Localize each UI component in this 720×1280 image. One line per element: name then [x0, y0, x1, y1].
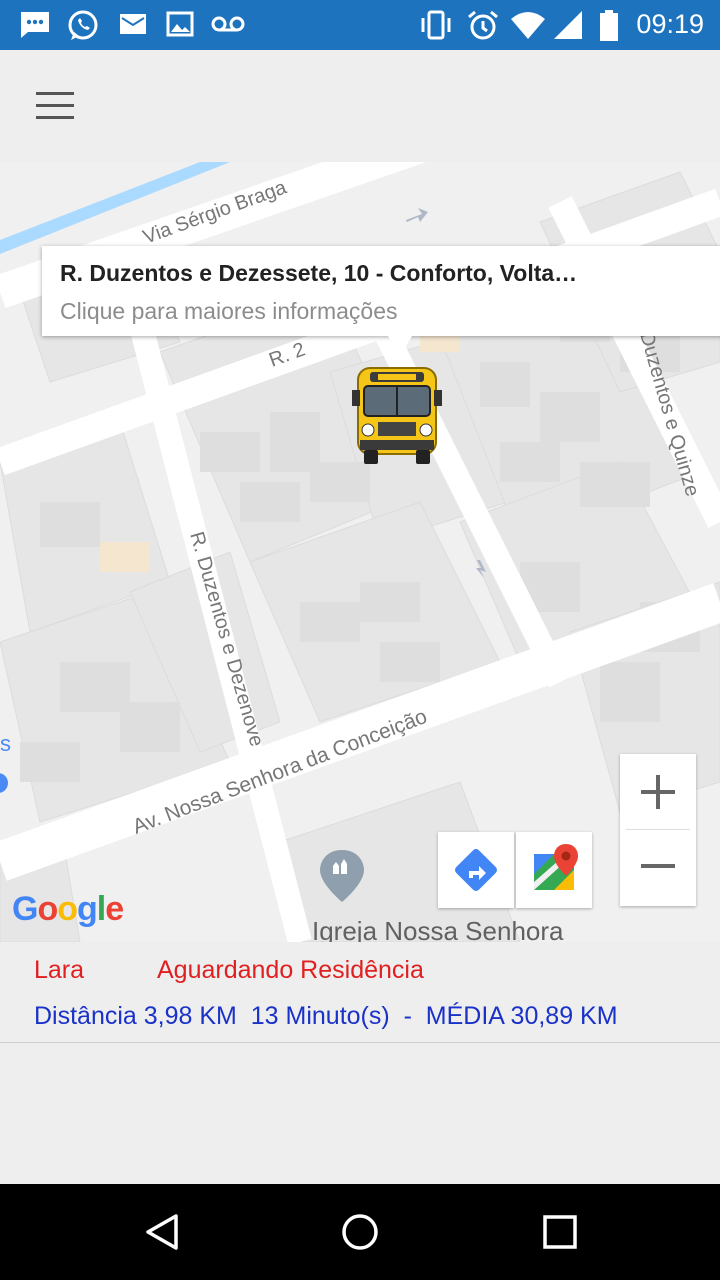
marker-info-window[interactable]: R. Duzentos e Dezessete, 10 - Conforto, …: [42, 246, 720, 356]
system-nav-bar: [0, 1184, 720, 1280]
status-bar: 09:19: [0, 0, 720, 50]
signal-icon: [554, 11, 582, 39]
wifi-icon: [511, 12, 545, 39]
trip-info-panel: Lara Aguardando Residência Distância 3,9…: [0, 942, 720, 1043]
zoom-controls: [620, 754, 696, 906]
map-view[interactable]: Via Sérgio Braga R. 2 R. Duzentos e Deze…: [0, 162, 720, 942]
google-attribution: Google: [12, 890, 124, 928]
distance-summary: Distância 3,98 KM 13 Minuto(s) - MÉDIA 3…: [34, 1002, 618, 1030]
home-icon[interactable]: [340, 1212, 380, 1252]
status-time: 09:19: [636, 9, 704, 39]
directions-button[interactable]: [438, 832, 514, 908]
zoom-out-button[interactable]: [620, 830, 696, 905]
vibrate-icon: [421, 10, 451, 40]
zoom-in-button[interactable]: [620, 754, 696, 829]
poi-label-igreja: Igreja Nossa Senhora: [312, 916, 564, 942]
info-window-subtitle: Clique para maiores informações: [60, 298, 398, 324]
info-window-tail: [388, 336, 412, 356]
voicemail-icon: [211, 16, 245, 32]
email-icon: [120, 14, 146, 34]
trip-status: Aguardando Residência: [157, 956, 424, 984]
directions-icon: [455, 849, 497, 891]
passenger-name: Lara: [34, 956, 85, 984]
info-window-title: R. Duzentos e Dezessete, 10 - Conforto, …: [60, 260, 578, 286]
sms-icon: [21, 12, 49, 38]
battery-icon: [600, 10, 618, 41]
school-bus-icon[interactable]: [350, 364, 444, 468]
image-icon: [166, 11, 194, 37]
back-icon[interactable]: [142, 1212, 182, 1252]
whatsapp-icon: [68, 10, 98, 40]
svg-text:s: s: [0, 731, 11, 756]
open-google-maps-button[interactable]: [516, 832, 592, 908]
recents-icon[interactable]: [540, 1212, 580, 1252]
hamburger-menu-icon[interactable]: [30, 86, 82, 126]
app-toolbar: [0, 50, 720, 162]
google-maps-icon: [534, 844, 578, 890]
alarm-icon: [468, 10, 498, 40]
